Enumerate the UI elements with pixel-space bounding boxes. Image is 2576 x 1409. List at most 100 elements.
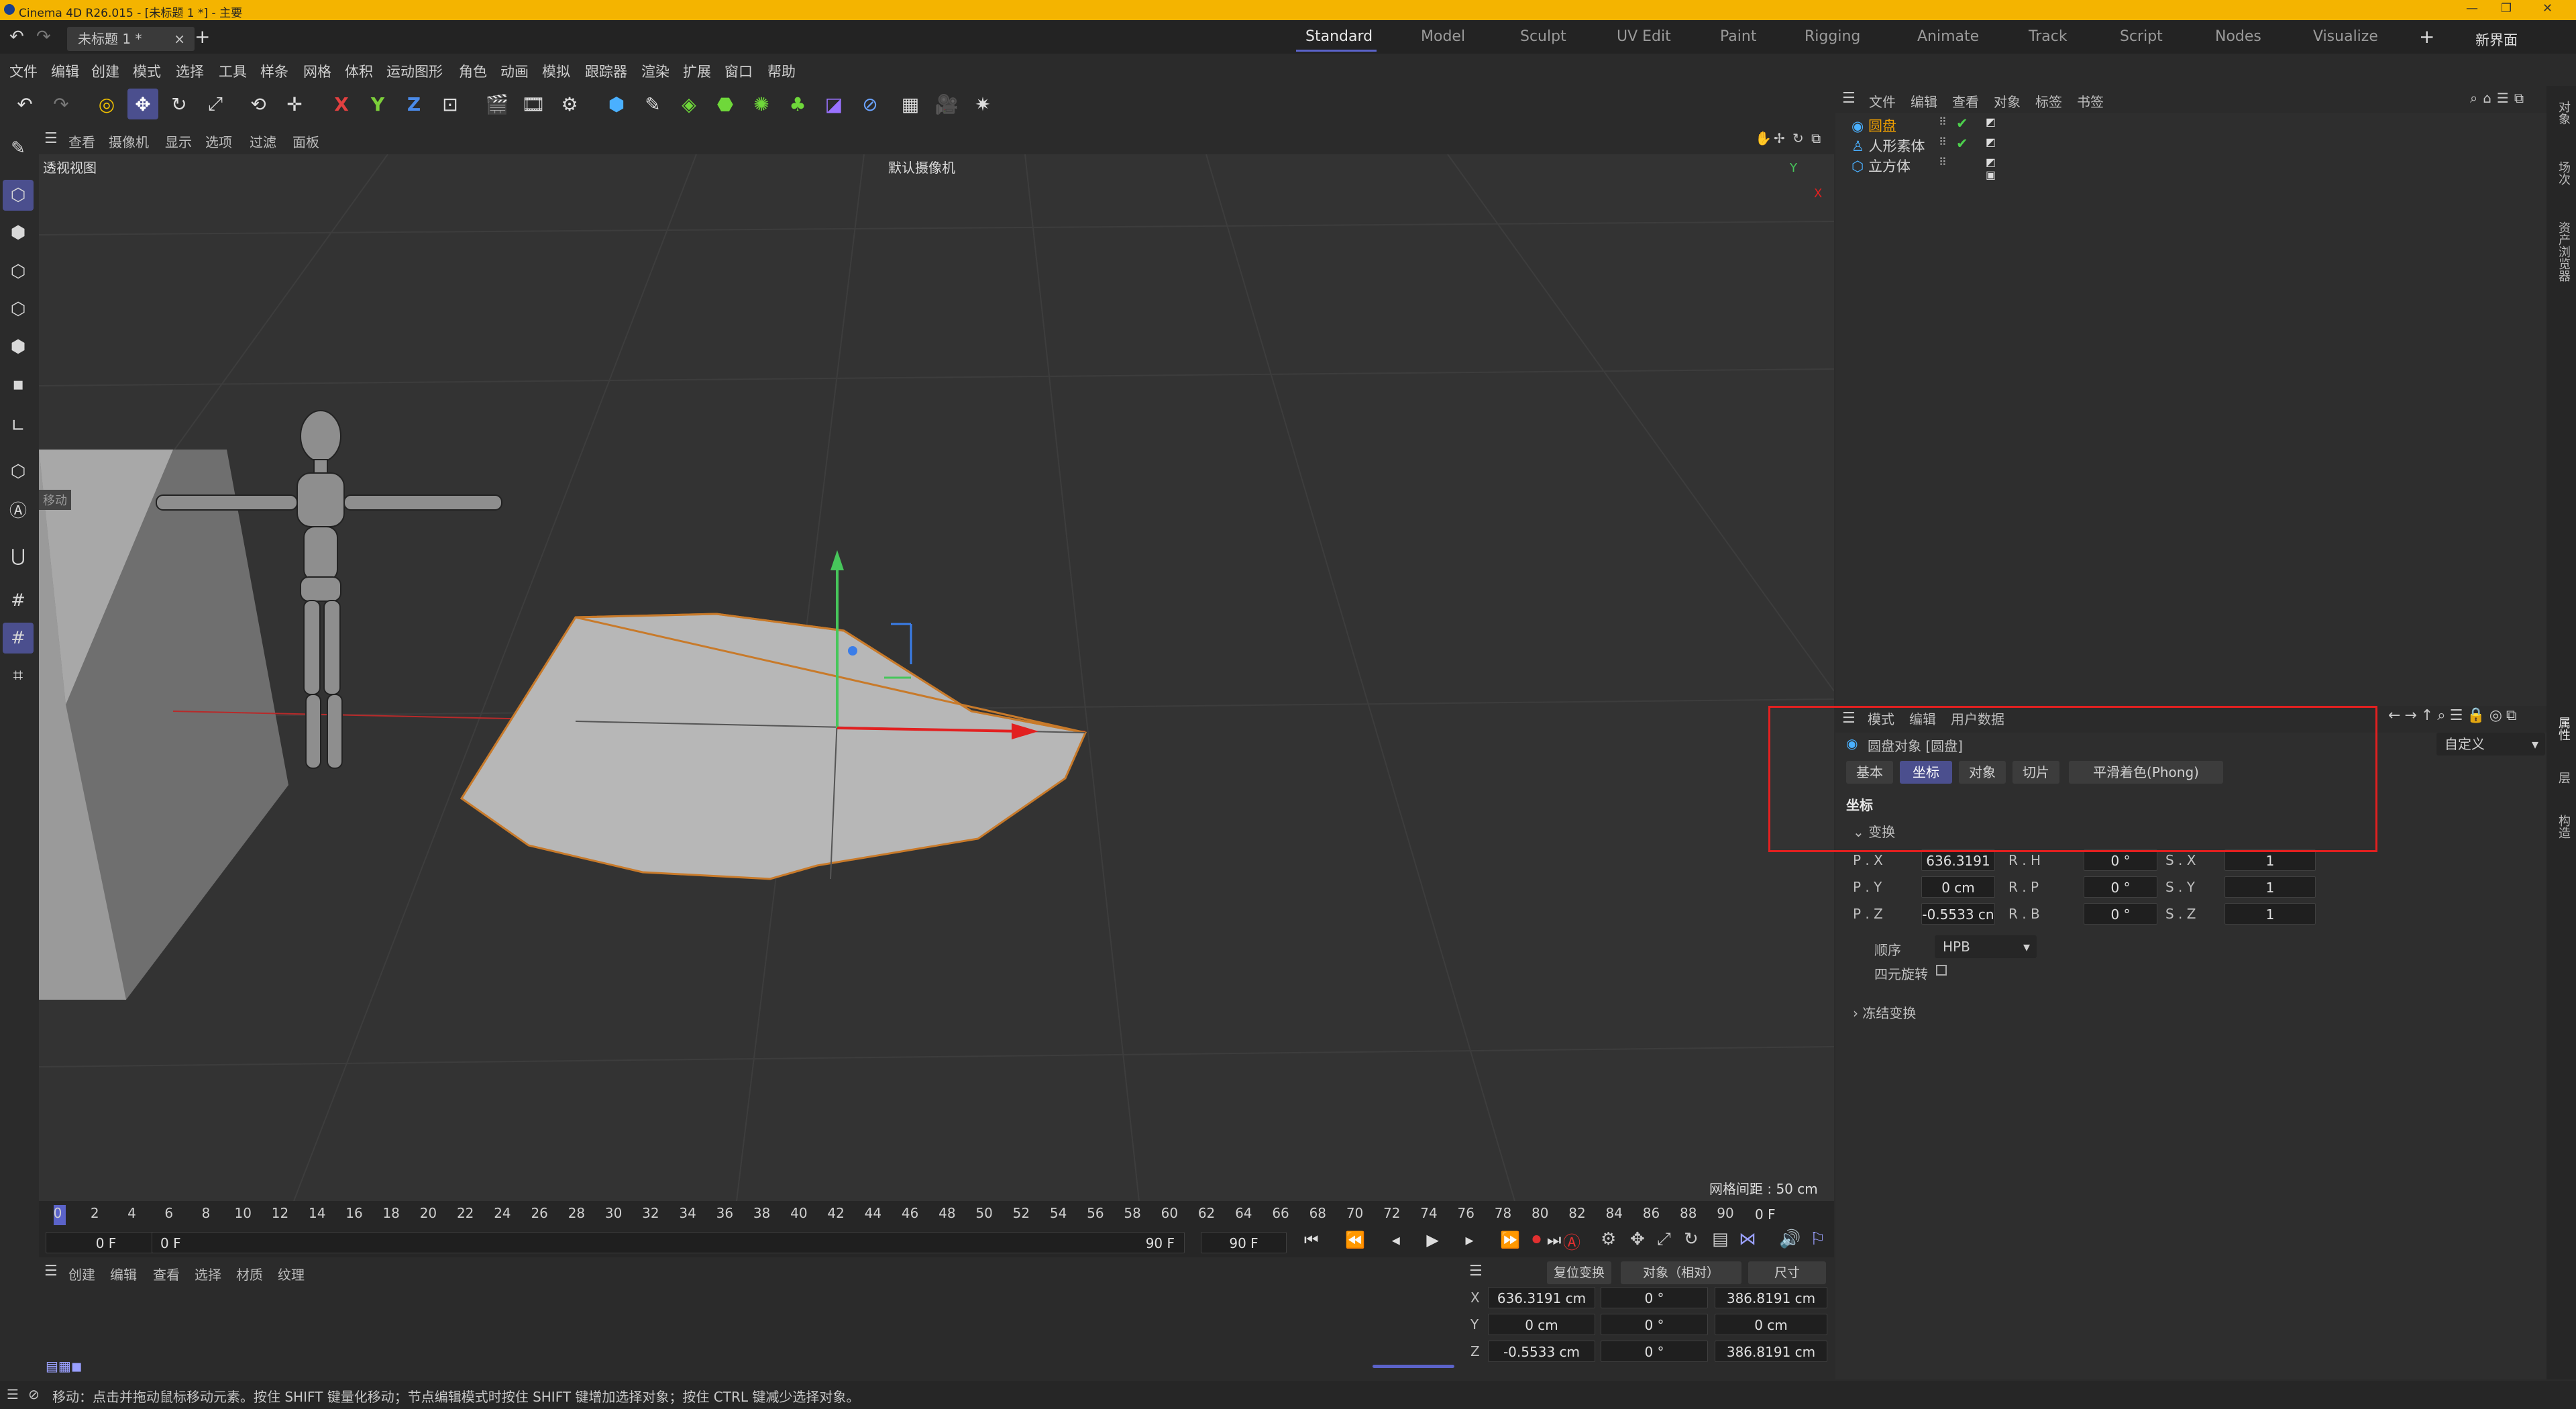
layout-tab-model[interactable]: Model xyxy=(1421,28,1465,45)
menu-tools[interactable]: 工具 xyxy=(219,61,247,81)
coord-rot-field[interactable]: 0 ° xyxy=(1601,1341,1708,1362)
menu-file[interactable]: 文件 xyxy=(9,61,38,81)
axis-mode-icon[interactable]: ∟ xyxy=(3,411,34,441)
attr-p-field[interactable]: -0.5533 cn xyxy=(1921,903,1995,925)
redo-icon[interactable]: ↷ xyxy=(46,89,76,119)
texture-mode-icon[interactable]: ⬢ xyxy=(3,217,34,248)
autokey-icon[interactable]: Ⓐ xyxy=(1563,1229,1580,1254)
cloner-icon[interactable]: ⬣ xyxy=(710,89,741,119)
side-tab-attributes[interactable]: 属性 xyxy=(2552,717,2571,741)
menu-simulate[interactable]: 模拟 xyxy=(542,61,570,81)
camera-icon[interactable]: 🎥 xyxy=(931,89,962,119)
axis-workplane-icon[interactable]: ⌗ xyxy=(3,660,34,691)
key-pla-icon[interactable]: ⋈ xyxy=(1739,1229,1756,1249)
coord-rot-field[interactable]: 0 ° xyxy=(1601,1287,1708,1308)
frame-field[interactable]: 0 F xyxy=(46,1232,166,1253)
material-menu-view[interactable]: 查看 xyxy=(153,1264,180,1284)
menu-window[interactable]: 窗口 xyxy=(724,61,753,81)
cube-object-icon[interactable]: ⬢ xyxy=(601,89,632,119)
layout-tab-script[interactable]: Script xyxy=(2120,28,2163,45)
attr-p-field[interactable]: 636.3191 c xyxy=(1921,849,1995,890)
uv-mode-icon[interactable]: ▪ xyxy=(3,369,34,400)
attr-p-field[interactable]: 0 cm xyxy=(1921,876,1995,898)
enabled-check-icon[interactable]: ✔ xyxy=(1956,115,1968,132)
undo-history-icon[interactable]: ↶ xyxy=(9,27,24,47)
menu-help[interactable]: 帮助 xyxy=(767,61,796,81)
move-tool-icon[interactable]: ✥ xyxy=(127,89,158,119)
material-menu-create[interactable]: 创建 xyxy=(68,1264,95,1284)
animate-icon[interactable]: Ⓐ xyxy=(3,494,34,525)
end-frame-field[interactable]: 90 F xyxy=(1201,1232,1287,1253)
coord-rot-field[interactable]: 0 ° xyxy=(1601,1314,1708,1335)
status-menu-icon[interactable]: ☰ xyxy=(7,1386,19,1402)
generator-subdivision-icon[interactable]: ◈ xyxy=(674,89,704,119)
object-manager-hamburger-icon[interactable]: ☰ xyxy=(1842,90,1856,107)
last-tool-icon[interactable]: ⟲ xyxy=(243,89,274,119)
close-tab-icon[interactable]: × xyxy=(174,27,185,51)
scale-tool-icon[interactable]: ⤢ xyxy=(200,89,231,119)
material-menu-texture[interactable]: 纹理 xyxy=(278,1264,305,1284)
render-settings-icon[interactable]: ⚙ xyxy=(554,89,585,119)
menu-extensions[interactable]: 扩展 xyxy=(683,61,711,81)
solo-icon[interactable]: ⬡ xyxy=(3,456,34,487)
attr-r-field[interactable]: 0 ° xyxy=(2084,849,2157,871)
viewport-menu-view[interactable]: 查看 xyxy=(68,132,95,151)
field-icon[interactable]: ✺ xyxy=(746,89,777,119)
object-item-mannequin[interactable]: ♙ 人形素体 ⠿ ✔ ◩ xyxy=(1851,136,1996,156)
lock-x-axis-icon[interactable]: X xyxy=(326,89,357,119)
mograph-icon[interactable]: ♣ xyxy=(782,89,813,119)
side-tab-layers[interactable]: 层 xyxy=(2552,772,2571,784)
lock-y-axis-icon[interactable]: Y xyxy=(362,89,393,119)
visibility-dots-icon[interactable]: ⠿ xyxy=(1939,136,1947,148)
enabled-check-icon[interactable]: ✔ xyxy=(1956,136,1968,152)
rotation-order-dropdown[interactable]: HPB ▾ xyxy=(1935,935,2037,958)
snap-grid-icon[interactable]: # xyxy=(3,585,34,616)
floor-grid-icon[interactable]: ▦ xyxy=(895,89,926,119)
menu-spline[interactable]: 样条 xyxy=(260,61,288,81)
viewport-menu-filter[interactable]: 过滤 xyxy=(250,132,276,151)
material-menu-edit[interactable]: 编辑 xyxy=(110,1264,137,1284)
layout-tab-sculpt[interactable]: Sculpt xyxy=(1520,28,1566,45)
coord-pos-field[interactable]: -0.5533 cm xyxy=(1488,1341,1595,1362)
object-item-disc[interactable]: ◉ 圆盘 ⠿ ✔ ◩ xyxy=(1851,115,1996,136)
coord-size-field[interactable]: 0 cm xyxy=(1715,1314,1827,1335)
tag-icon[interactable]: ◩ ▣ xyxy=(1986,156,1996,181)
attr-nav-icons[interactable]: ←→↑⌕☰🔒◎⧉ xyxy=(2388,707,2521,724)
lock-z-axis-icon[interactable]: Z xyxy=(398,89,429,119)
polygons-mode-icon[interactable]: ⬢ xyxy=(3,331,34,362)
side-tab-structure[interactable]: 构造 xyxy=(2552,815,2571,839)
layout-tab-rigging[interactable]: Rigging xyxy=(1805,28,1860,45)
om-menu-file[interactable]: 文件 xyxy=(1869,91,1896,111)
key-scale-icon[interactable]: ⤢ xyxy=(1657,1229,1671,1250)
layout-tab-animate[interactable]: Animate xyxy=(1917,28,1979,45)
om-menu-object[interactable]: 对象 xyxy=(1994,91,2021,111)
preset-dropdown[interactable]: 自定义 ▾ xyxy=(2436,733,2545,755)
menu-animate[interactable]: 动画 xyxy=(500,61,529,81)
object-item-cube[interactable]: ⬡ 立方体 ⠿ ◩ ▣ xyxy=(1851,156,1996,181)
tag-icon[interactable]: ◩ xyxy=(1986,115,1996,128)
coord-size-field[interactable]: 386.8191 cm xyxy=(1715,1287,1827,1308)
menu-character[interactable]: 角色 xyxy=(459,61,487,81)
move-view-icon[interactable]: ✢ xyxy=(1774,130,1785,146)
deformer-icon[interactable]: ◪ xyxy=(818,89,849,119)
edges-mode-icon[interactable]: ⬡ xyxy=(3,294,34,325)
workplane-icon[interactable]: # xyxy=(3,623,34,654)
layout-tab-track[interactable]: Track xyxy=(2029,28,2068,45)
coord-pos-field[interactable]: 0 cm xyxy=(1488,1314,1595,1335)
menu-volume[interactable]: 体积 xyxy=(345,61,373,81)
om-menu-edit[interactable]: 编辑 xyxy=(1911,91,1937,111)
new-tab-button[interactable]: + xyxy=(195,25,210,48)
transform-tool-icon[interactable]: ✛ xyxy=(279,89,310,119)
motion-icon[interactable]: ⚐ xyxy=(1810,1229,1825,1249)
magnet-snap-icon[interactable]: ⋃ xyxy=(3,541,34,572)
layout-tab-uv-edit[interactable]: UV Edit xyxy=(1617,28,1671,45)
pan-view-icon[interactable]: ✋ xyxy=(1755,130,1772,146)
om-menu-view[interactable]: 查看 xyxy=(1952,91,1979,111)
coordinate-system-icon[interactable]: ⊡ xyxy=(435,89,466,119)
perspective-viewport[interactable]: 透视视图 默认摄像机 移动 Y X 网格间距 : 50 cm xyxy=(39,154,1834,1201)
attr-s-field[interactable]: 1 xyxy=(2224,903,2316,925)
attr-r-field[interactable]: 0 ° xyxy=(2084,903,2157,925)
viewport-menu-cameras[interactable]: 摄像机 xyxy=(109,132,149,151)
undo-icon[interactable]: ↶ xyxy=(9,89,40,119)
material-zoom-slider[interactable] xyxy=(1373,1365,1454,1368)
